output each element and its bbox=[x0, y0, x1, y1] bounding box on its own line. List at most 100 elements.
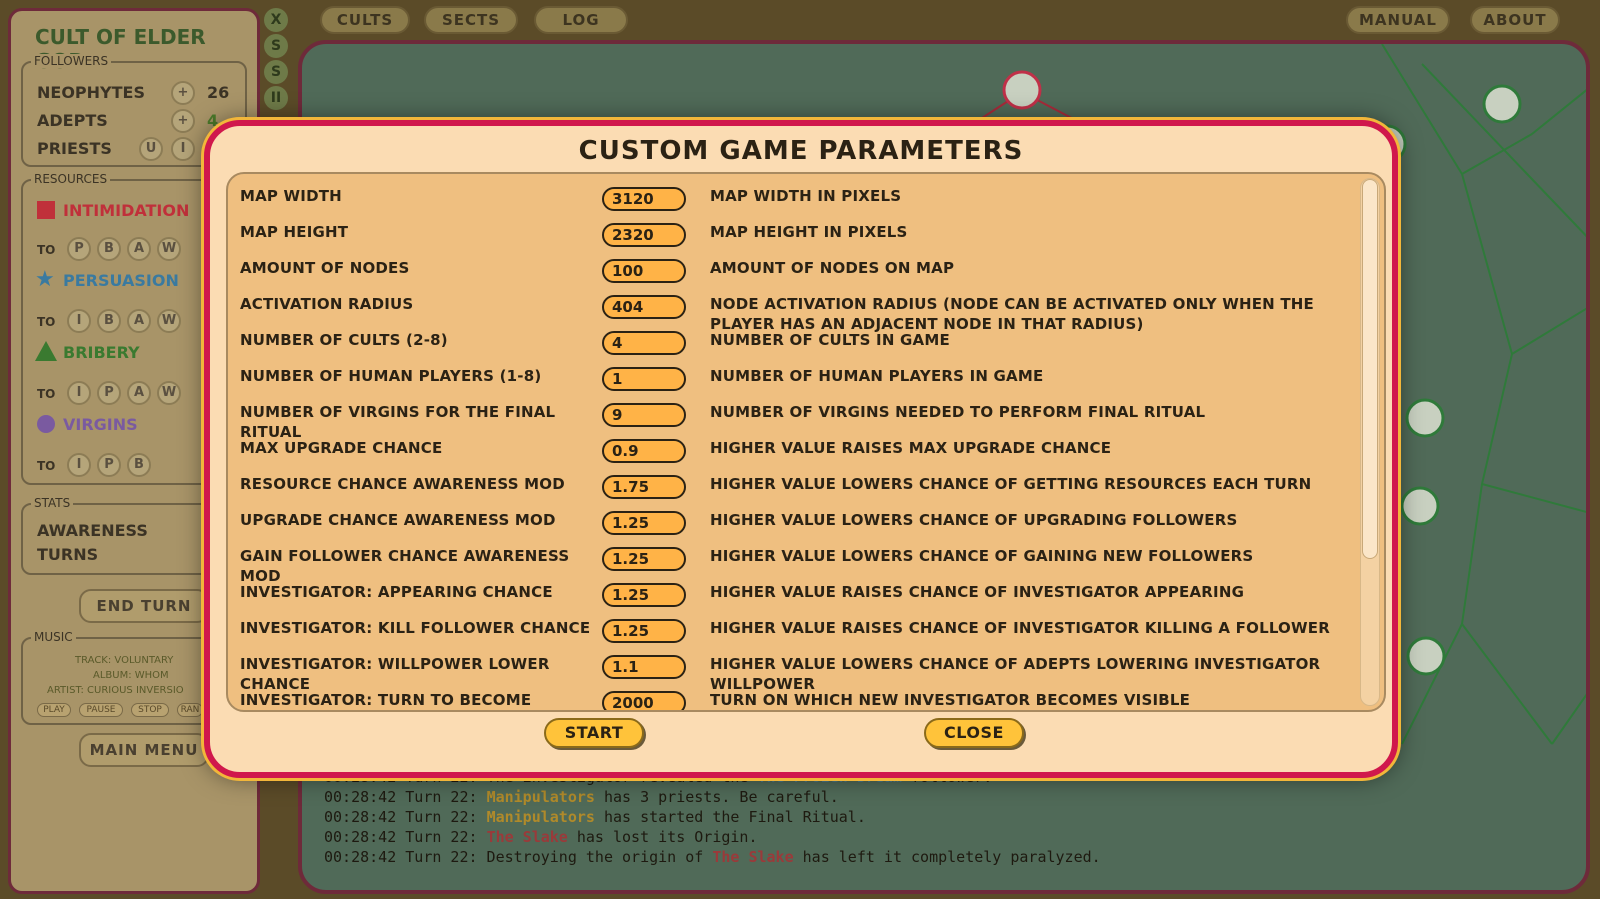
scrollbar-thumb[interactable] bbox=[1362, 179, 1378, 559]
virgins-to-p-button[interactable]: P bbox=[97, 453, 121, 477]
number-of-cults-input[interactable]: 4 bbox=[602, 331, 686, 355]
log-line: 00:28:42 Turn 22: Manipulators has 3 pri… bbox=[324, 788, 839, 806]
param-description: NUMBER OF VIRGINS NEEDED TO PERFORM FINA… bbox=[710, 403, 1206, 421]
tab-cults[interactable]: CULTS bbox=[320, 6, 410, 34]
bribery-to-w-button[interactable]: W bbox=[157, 381, 181, 405]
music-pause-button[interactable]: PAUSE bbox=[79, 703, 123, 717]
music-artist: ARTIST: CURIOUS INVERSIO bbox=[47, 685, 184, 696]
music-play-button[interactable]: PLAY bbox=[37, 703, 71, 717]
param-name: MAP WIDTH bbox=[240, 187, 342, 205]
max-upgrade-chance-input[interactable]: 0.9 bbox=[602, 439, 686, 463]
param-name: NUMBER OF CULTS (2-8) bbox=[240, 331, 448, 349]
log-line: 00:28:42 Turn 22: Manipulators has start… bbox=[324, 808, 866, 826]
persuasion-label: PERSUASION bbox=[63, 271, 179, 290]
upgrade-neophytes-button[interactable]: + bbox=[171, 81, 195, 105]
music-stop-button[interactable]: STOP bbox=[131, 703, 169, 717]
save-icon[interactable]: S bbox=[264, 34, 288, 58]
upgrade-adepts-button[interactable]: + bbox=[171, 109, 195, 133]
persuasion-to-a-button[interactable]: A bbox=[127, 309, 151, 333]
sound-icon[interactable]: S bbox=[264, 60, 288, 84]
intimidation-to-w-button[interactable]: W bbox=[157, 237, 181, 261]
music-random-button[interactable]: RAN bbox=[177, 703, 203, 717]
investigator-kill-input[interactable]: 1.25 bbox=[602, 619, 686, 643]
tab-log[interactable]: LOG bbox=[534, 6, 628, 34]
persuasion-to-w-button[interactable]: W bbox=[157, 309, 181, 333]
param-description: HIGHER VALUE RAISES CHANCE OF INVESTIGAT… bbox=[710, 619, 1330, 637]
param-row-investigator-visible: INVESTIGATOR: TURN TO BECOME VISIBLE 200… bbox=[228, 678, 1362, 710]
param-name: NUMBER OF HUMAN PLAYERS (1-8) bbox=[240, 367, 542, 385]
neophytes-count: 26 bbox=[207, 83, 230, 102]
param-description: NUMBER OF CULTS IN GAME bbox=[710, 331, 950, 349]
param-row-virgins-final-ritual: NUMBER OF VIRGINS FOR THE FINAL RITUAL 9… bbox=[228, 390, 1362, 441]
parameters-list[interactable]: MAP WIDTH 3120 MAP WIDTH IN PIXELS MAP H… bbox=[226, 172, 1386, 712]
activation-radius-input[interactable]: 404 bbox=[602, 295, 686, 319]
virgins-to-i-button[interactable]: I bbox=[67, 453, 91, 477]
param-row-max-upgrade-chance: MAX UPGRADE CHANCE 0.9 HIGHER VALUE RAIS… bbox=[228, 426, 1362, 463]
param-name: ACTIVATION RADIUS bbox=[240, 295, 414, 313]
tab-sects[interactable]: SECTS bbox=[424, 6, 518, 34]
param-row-resource-chance-mod: RESOURCE CHANCE AWARENESS MOD 1.75 HIGHE… bbox=[228, 462, 1362, 499]
intimidation-label: INTIMIDATION bbox=[63, 201, 190, 220]
param-row-human-players: NUMBER OF HUMAN PLAYERS (1-8) 1 NUMBER O… bbox=[228, 354, 1362, 391]
param-name: MAP HEIGHT bbox=[240, 223, 349, 241]
param-row-investigator-kill: INVESTIGATOR: KILL FOLLOWER CHANCE 1.25 … bbox=[228, 606, 1362, 643]
param-description: MAP HEIGHT IN PIXELS bbox=[710, 223, 908, 241]
investigator-visible-input[interactable]: 2000 bbox=[602, 691, 686, 710]
main-menu-button[interactable]: MAIN MENU bbox=[79, 733, 209, 767]
human-players-input[interactable]: 1 bbox=[602, 367, 686, 391]
persuasion-to-i-button[interactable]: I bbox=[67, 309, 91, 333]
priests-i-button[interactable]: I bbox=[171, 137, 195, 161]
param-name: INVESTIGATOR: KILL FOLLOWER CHANCE bbox=[240, 619, 591, 637]
virgins-label: VIRGINS bbox=[63, 415, 138, 434]
param-description: MAP WIDTH IN PIXELS bbox=[710, 187, 902, 205]
upgrade-chance-mod-input[interactable]: 1.25 bbox=[602, 511, 686, 535]
neophytes-label: NEOPHYTES bbox=[37, 83, 145, 102]
param-description: HIGHER VALUE LOWERS CHANCE OF UPGRADING … bbox=[710, 511, 1238, 529]
bribery-label: BRIBERY bbox=[63, 343, 140, 362]
bribery-to-a-button[interactable]: A bbox=[127, 381, 151, 405]
resource-chance-mod-input[interactable]: 1.75 bbox=[602, 475, 686, 499]
about-button[interactable]: ABOUT bbox=[1470, 6, 1560, 34]
close-button[interactable]: CLOSE bbox=[924, 718, 1024, 748]
custom-game-parameters-dialog: CUSTOM GAME PARAMETERS MAP WIDTH 3120 MA… bbox=[204, 120, 1398, 778]
awareness-label: AWARENESS bbox=[37, 521, 148, 540]
gain-follower-mod-input[interactable]: 1.25 bbox=[602, 547, 686, 571]
intimidation-to-b-button[interactable]: B bbox=[97, 237, 121, 261]
virgin-icon bbox=[37, 415, 55, 433]
persuasion-to-b-button[interactable]: B bbox=[97, 309, 121, 333]
priests-u-button[interactable]: U bbox=[139, 137, 163, 161]
virgins-final-ritual-input[interactable]: 9 bbox=[602, 403, 686, 427]
to-label: TO bbox=[37, 243, 56, 257]
map-height-input[interactable]: 2320 bbox=[602, 223, 686, 247]
param-description: HIGHER VALUE LOWERS CHANCE OF GETTING RE… bbox=[710, 475, 1312, 493]
to-label: TO bbox=[37, 315, 56, 329]
end-turn-button[interactable]: END TURN bbox=[79, 589, 209, 623]
parameters-scrollbar[interactable] bbox=[1360, 178, 1380, 706]
param-row-gain-follower-mod: GAIN FOLLOWER CHANCE AWARENESS MOD 1.25 … bbox=[228, 534, 1362, 585]
amount-of-nodes-input[interactable]: 100 bbox=[602, 259, 686, 283]
investigator-willpower-input[interactable]: 1.1 bbox=[602, 655, 686, 679]
investigator-appearing-input[interactable]: 1.25 bbox=[602, 583, 686, 607]
stats-legend: STATS bbox=[31, 496, 74, 510]
dialog-title: CUSTOM GAME PARAMETERS bbox=[578, 136, 1024, 166]
param-name: UPGRADE CHANCE AWARENESS MOD bbox=[240, 511, 556, 529]
resources-legend: RESOURCES bbox=[31, 172, 111, 186]
pause-icon[interactable]: II bbox=[264, 86, 288, 110]
manual-button[interactable]: MANUAL bbox=[1346, 6, 1450, 34]
virgins-to-b-button[interactable]: B bbox=[127, 453, 151, 477]
start-button[interactable]: START bbox=[544, 718, 644, 748]
map-width-input[interactable]: 3120 bbox=[602, 187, 686, 211]
close-game-icon[interactable]: X bbox=[264, 8, 288, 32]
bribery-to-i-button[interactable]: I bbox=[67, 381, 91, 405]
bribery-to-p-button[interactable]: P bbox=[97, 381, 121, 405]
param-name: INVESTIGATOR: TURN TO BECOME VISIBLE bbox=[240, 691, 532, 709]
event-log: 00:28:42 Turn 22: The investigator revea… bbox=[324, 768, 1384, 868]
log-line: 00:28:42 Turn 22: The Slake has lost its… bbox=[324, 828, 758, 846]
param-row-activation-radius: ACTIVATION RADIUS 404 NODE ACTIVATION RA… bbox=[228, 282, 1362, 333]
intimidation-to-a-button[interactable]: A bbox=[127, 237, 151, 261]
star-icon: ★ bbox=[35, 267, 55, 292]
param-description: HIGHER VALUE RAISES CHANCE OF INVESTIGAT… bbox=[710, 583, 1245, 601]
param-description: HIGHER VALUE RAISES MAX UPGRADE CHANCE bbox=[710, 439, 1112, 457]
intimidation-to-p-button[interactable]: P bbox=[67, 237, 91, 261]
triangle-icon bbox=[35, 341, 57, 361]
